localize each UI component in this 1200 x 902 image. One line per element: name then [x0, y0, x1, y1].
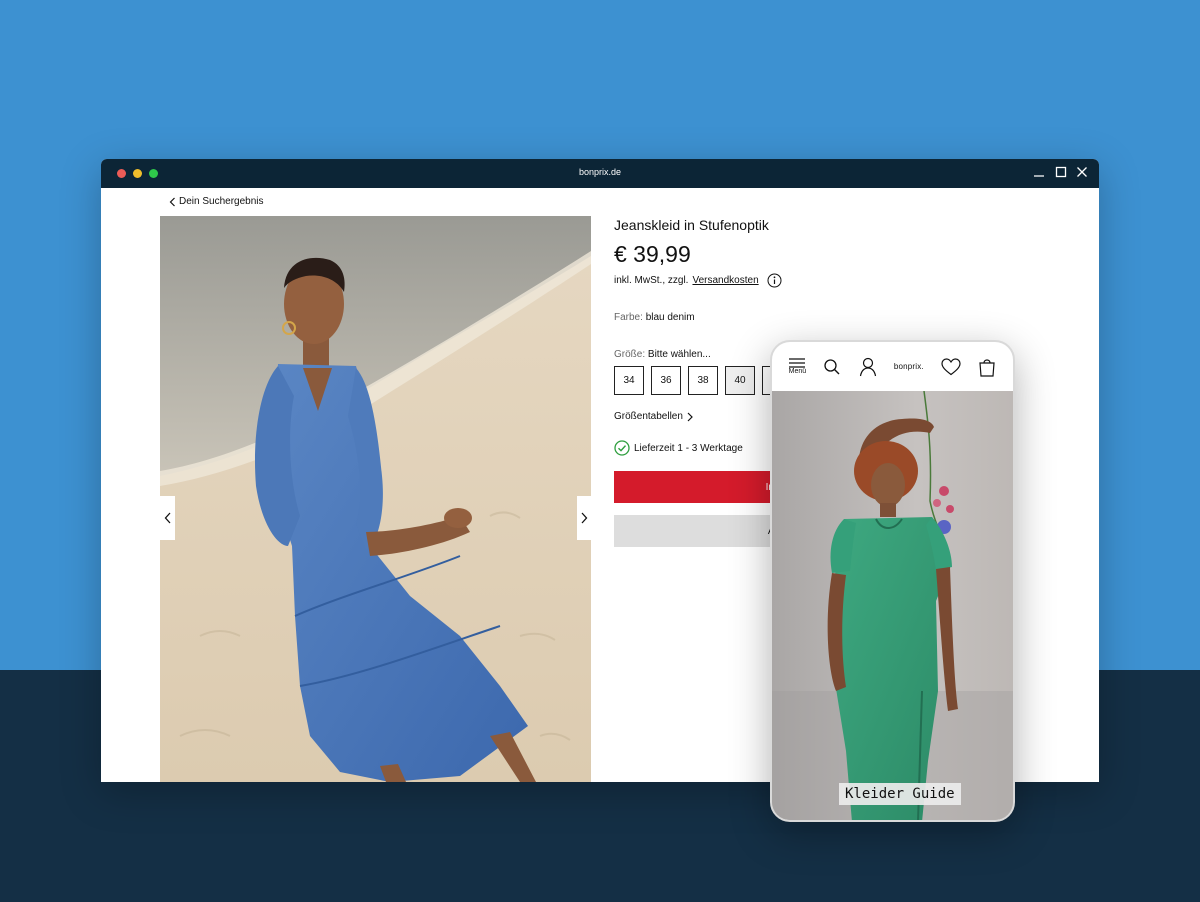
image-next-button[interactable]	[577, 496, 592, 540]
product-title: Jeanskleid in Stufenoptik	[614, 217, 769, 233]
minimize-icon[interactable]	[1033, 166, 1045, 178]
tax-note: inkl. MwSt., zzgl. Versandkosten	[614, 273, 782, 288]
mobile-hero-image	[772, 391, 1013, 820]
size-options: 34 36 38 40	[614, 366, 792, 395]
account-icon[interactable]	[859, 357, 877, 377]
chevron-right-icon	[687, 412, 693, 421]
browser-titlebar: bonprix.de	[101, 159, 1099, 188]
size-value: Bitte wählen...	[647, 349, 711, 360]
menu-button[interactable]: Menü	[788, 358, 807, 375]
brand-logo[interactable]: bonprix.	[894, 362, 924, 371]
color-label: Farbe:	[614, 312, 643, 323]
menu-label: Menü	[788, 368, 807, 375]
product-image	[160, 216, 591, 782]
size-option[interactable]: 36	[651, 366, 681, 395]
size-row: Größe: Bitte wählen...	[614, 349, 711, 360]
wishlist-icon[interactable]	[941, 357, 961, 376]
delivery-info: Lieferzeit 1 - 3 Werktage	[614, 440, 743, 456]
mobile-mockup: Menü bonprix. Kleider Guide	[770, 340, 1015, 822]
mobile-header: Menü bonprix.	[772, 342, 1013, 391]
chevron-left-icon	[164, 512, 171, 524]
close-icon[interactable]	[1076, 166, 1088, 178]
image-prev-button[interactable]	[160, 496, 175, 540]
info-icon[interactable]	[767, 273, 782, 288]
shipping-link[interactable]: Versandkosten	[692, 275, 758, 286]
size-option[interactable]: 40	[725, 366, 755, 395]
bag-icon[interactable]	[978, 357, 996, 377]
chevron-left-icon	[169, 197, 175, 206]
size-table-label: Größentabellen	[614, 411, 683, 422]
size-label: Größe:	[614, 349, 646, 360]
delivery-label: Lieferzeit 1 - 3 Werktage	[634, 442, 743, 454]
breadcrumb[interactable]: Dein Suchergebnis	[169, 196, 264, 207]
url-label: bonprix.de	[578, 167, 622, 177]
color-value: blau denim	[645, 312, 695, 323]
breadcrumb-label: Dein Suchergebnis	[179, 196, 264, 207]
product-price: € 39,99	[614, 241, 691, 267]
check-circle-icon	[614, 440, 630, 456]
size-table-link[interactable]: Größentabellen	[614, 411, 693, 422]
tax-prefix: inkl. MwSt., zzgl.	[614, 275, 689, 286]
size-option[interactable]: 34	[614, 366, 644, 395]
color-row: Farbe: blau denim	[614, 312, 695, 323]
size-option[interactable]: 38	[688, 366, 718, 395]
search-icon[interactable]	[823, 358, 841, 376]
product-photo	[160, 216, 591, 782]
menu-icon	[789, 358, 806, 368]
mobile-hero-photo	[772, 391, 1013, 820]
guide-label[interactable]: Kleider Guide	[839, 783, 961, 805]
maximize-icon[interactable]	[1055, 166, 1067, 178]
chevron-right-icon	[581, 512, 588, 524]
